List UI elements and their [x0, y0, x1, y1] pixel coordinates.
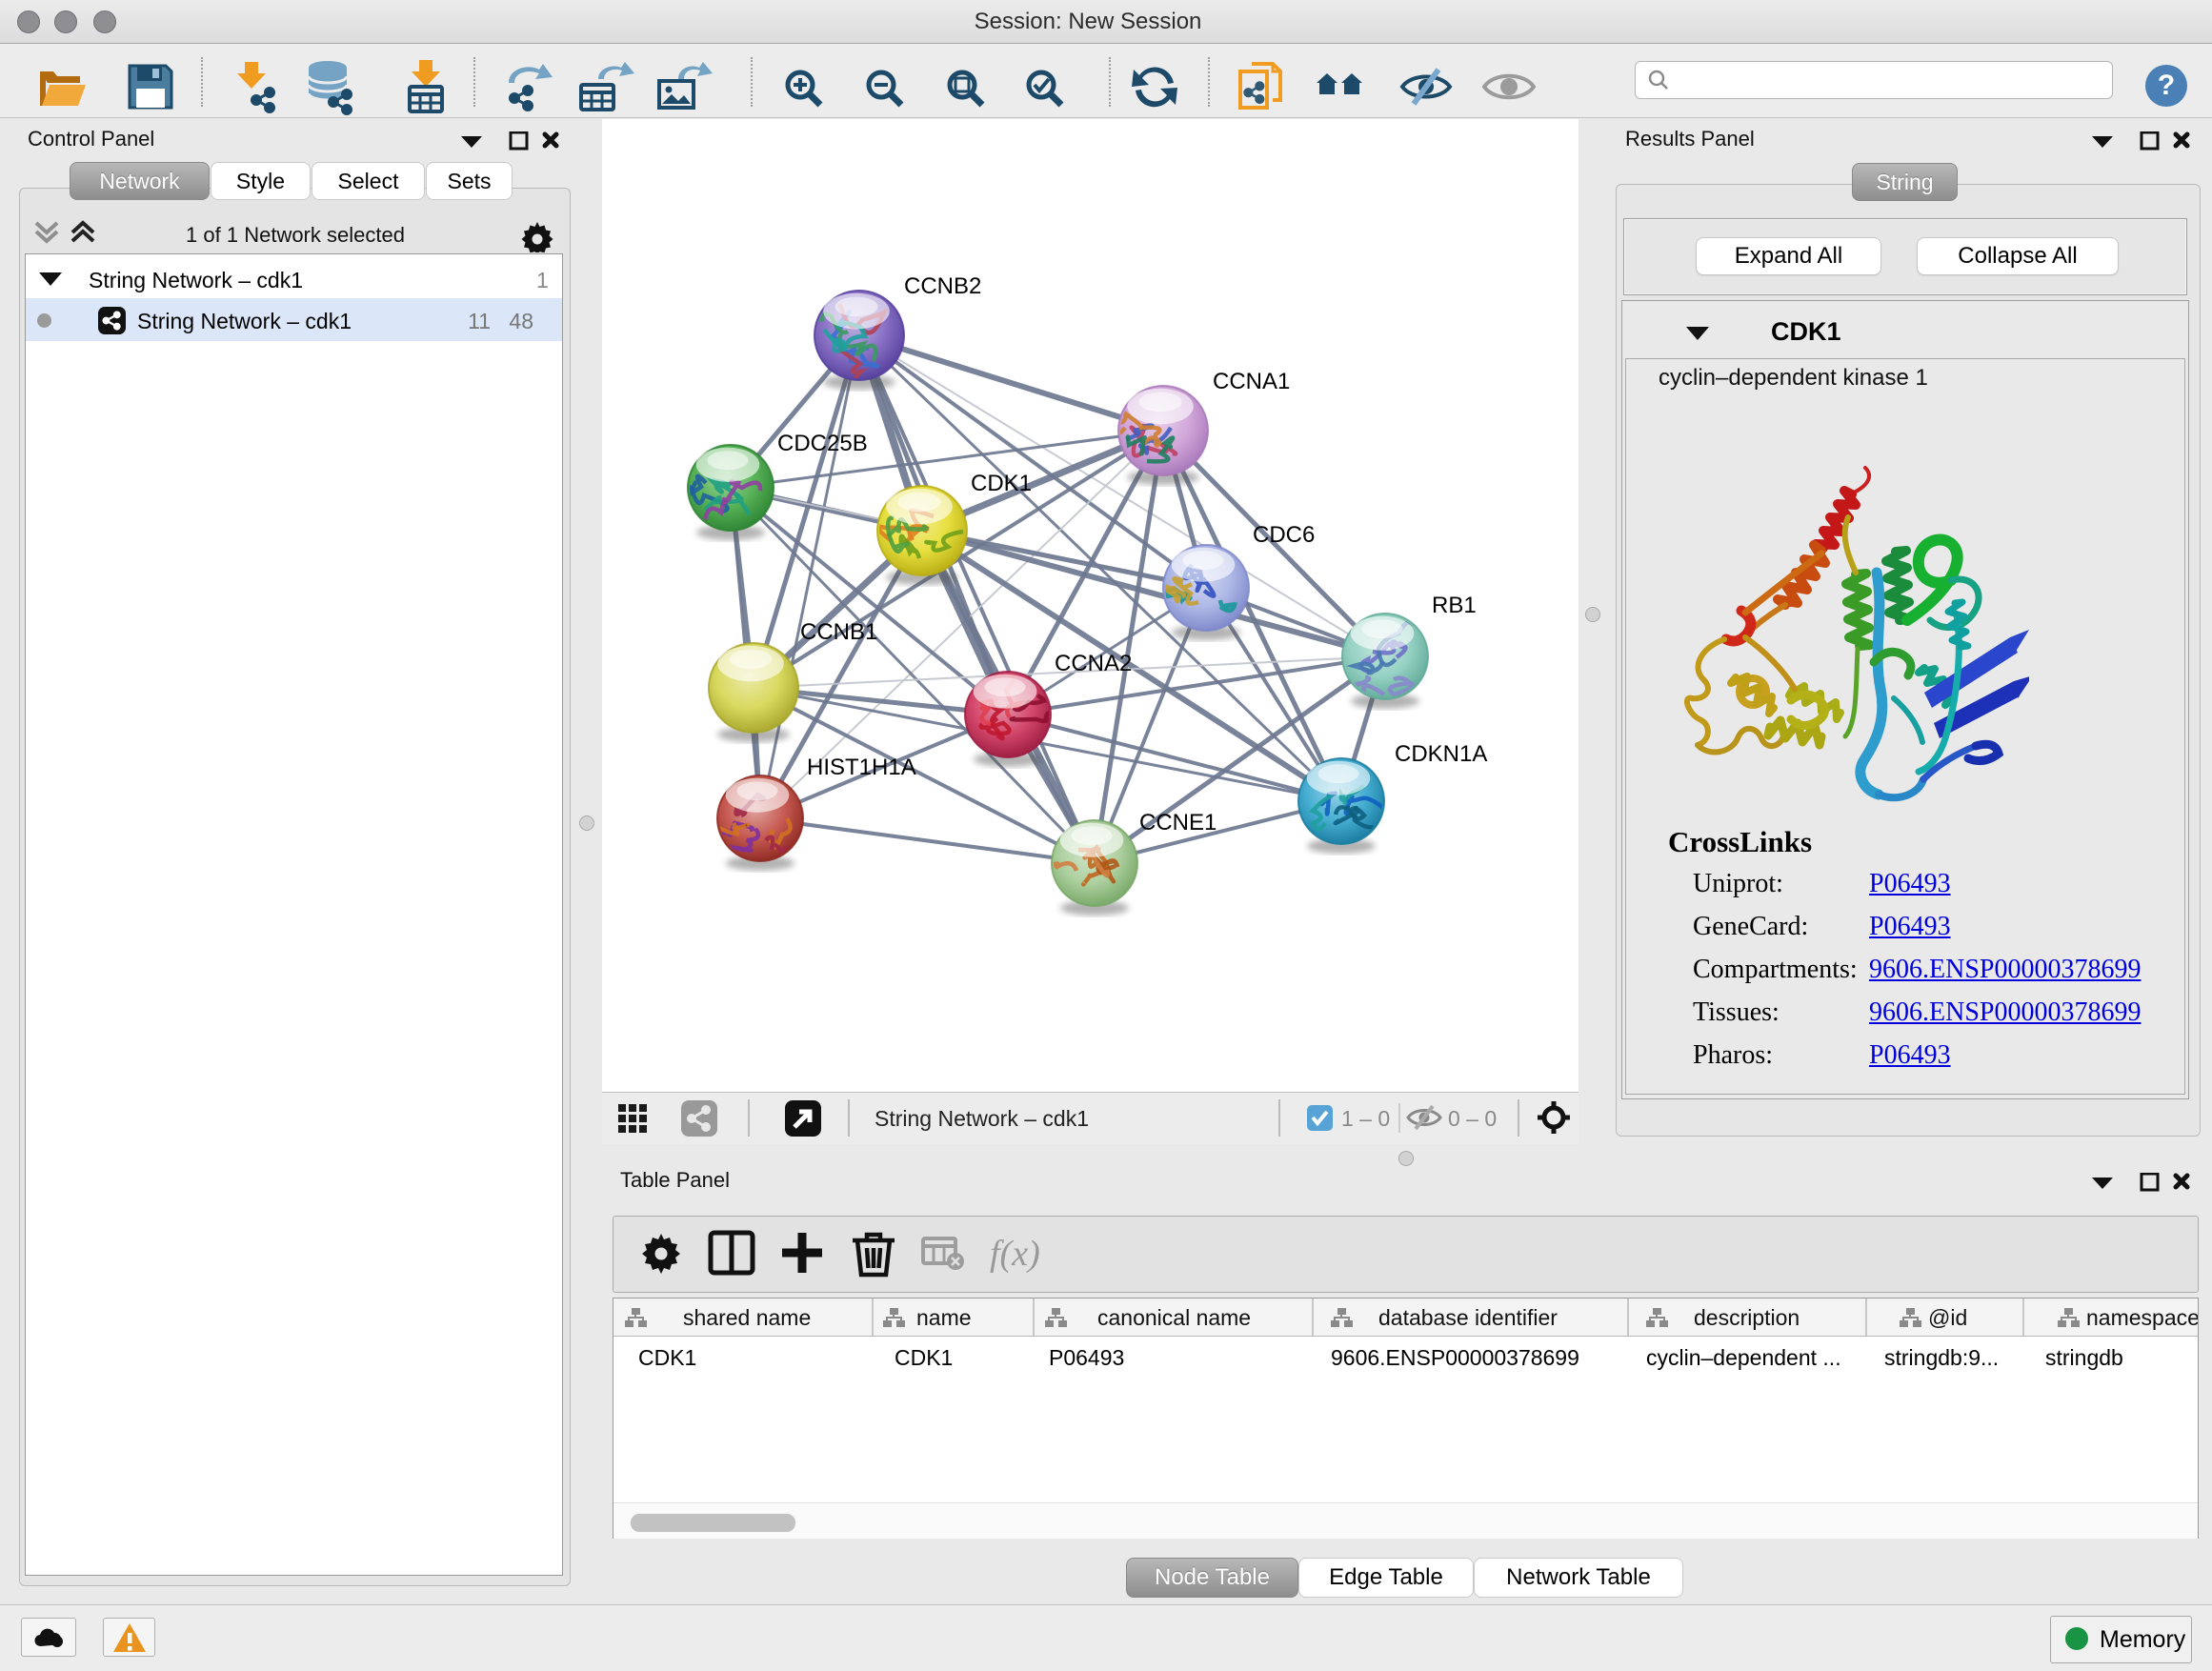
svg-text:HIST1H1A: HIST1H1A	[807, 755, 916, 780]
svg-text:CDC6: CDC6	[1253, 522, 1315, 548]
svg-text:1 – 0: 1 – 0	[1341, 1106, 1390, 1131]
svg-text:CCNB2: CCNB2	[904, 273, 981, 299]
svg-text:CCNA2: CCNA2	[1055, 651, 1132, 676]
svg-text:shared name: shared name	[683, 1305, 811, 1330]
svg-text:RB1: RB1	[1432, 593, 1477, 618]
svg-text:CDC25B: CDC25B	[777, 431, 868, 456]
svg-text:CDKN1A: CDKN1A	[1395, 741, 1487, 767]
svg-text:CCNA1: CCNA1	[1213, 369, 1290, 394]
svg-text:f(x): f(x)	[990, 1234, 1040, 1274]
svg-text:CDK1: CDK1	[971, 471, 1032, 496]
svg-text:description: description	[1694, 1305, 1800, 1330]
svg-text:CCNE1: CCNE1	[1139, 810, 1217, 836]
svg-text:canonical name: canonical name	[1097, 1305, 1251, 1330]
svg-text:0 – 0: 0 – 0	[1448, 1106, 1497, 1131]
svg-text:namespace: namespace	[2086, 1305, 2198, 1330]
svg-text:database identifier: database identifier	[1378, 1305, 1558, 1330]
svg-text:@id: @id	[1928, 1305, 1967, 1330]
svg-text:String Network – cdk1: String Network – cdk1	[875, 1106, 1089, 1131]
svg-text:CCNB1: CCNB1	[800, 619, 877, 645]
svg-text:name: name	[916, 1305, 972, 1330]
